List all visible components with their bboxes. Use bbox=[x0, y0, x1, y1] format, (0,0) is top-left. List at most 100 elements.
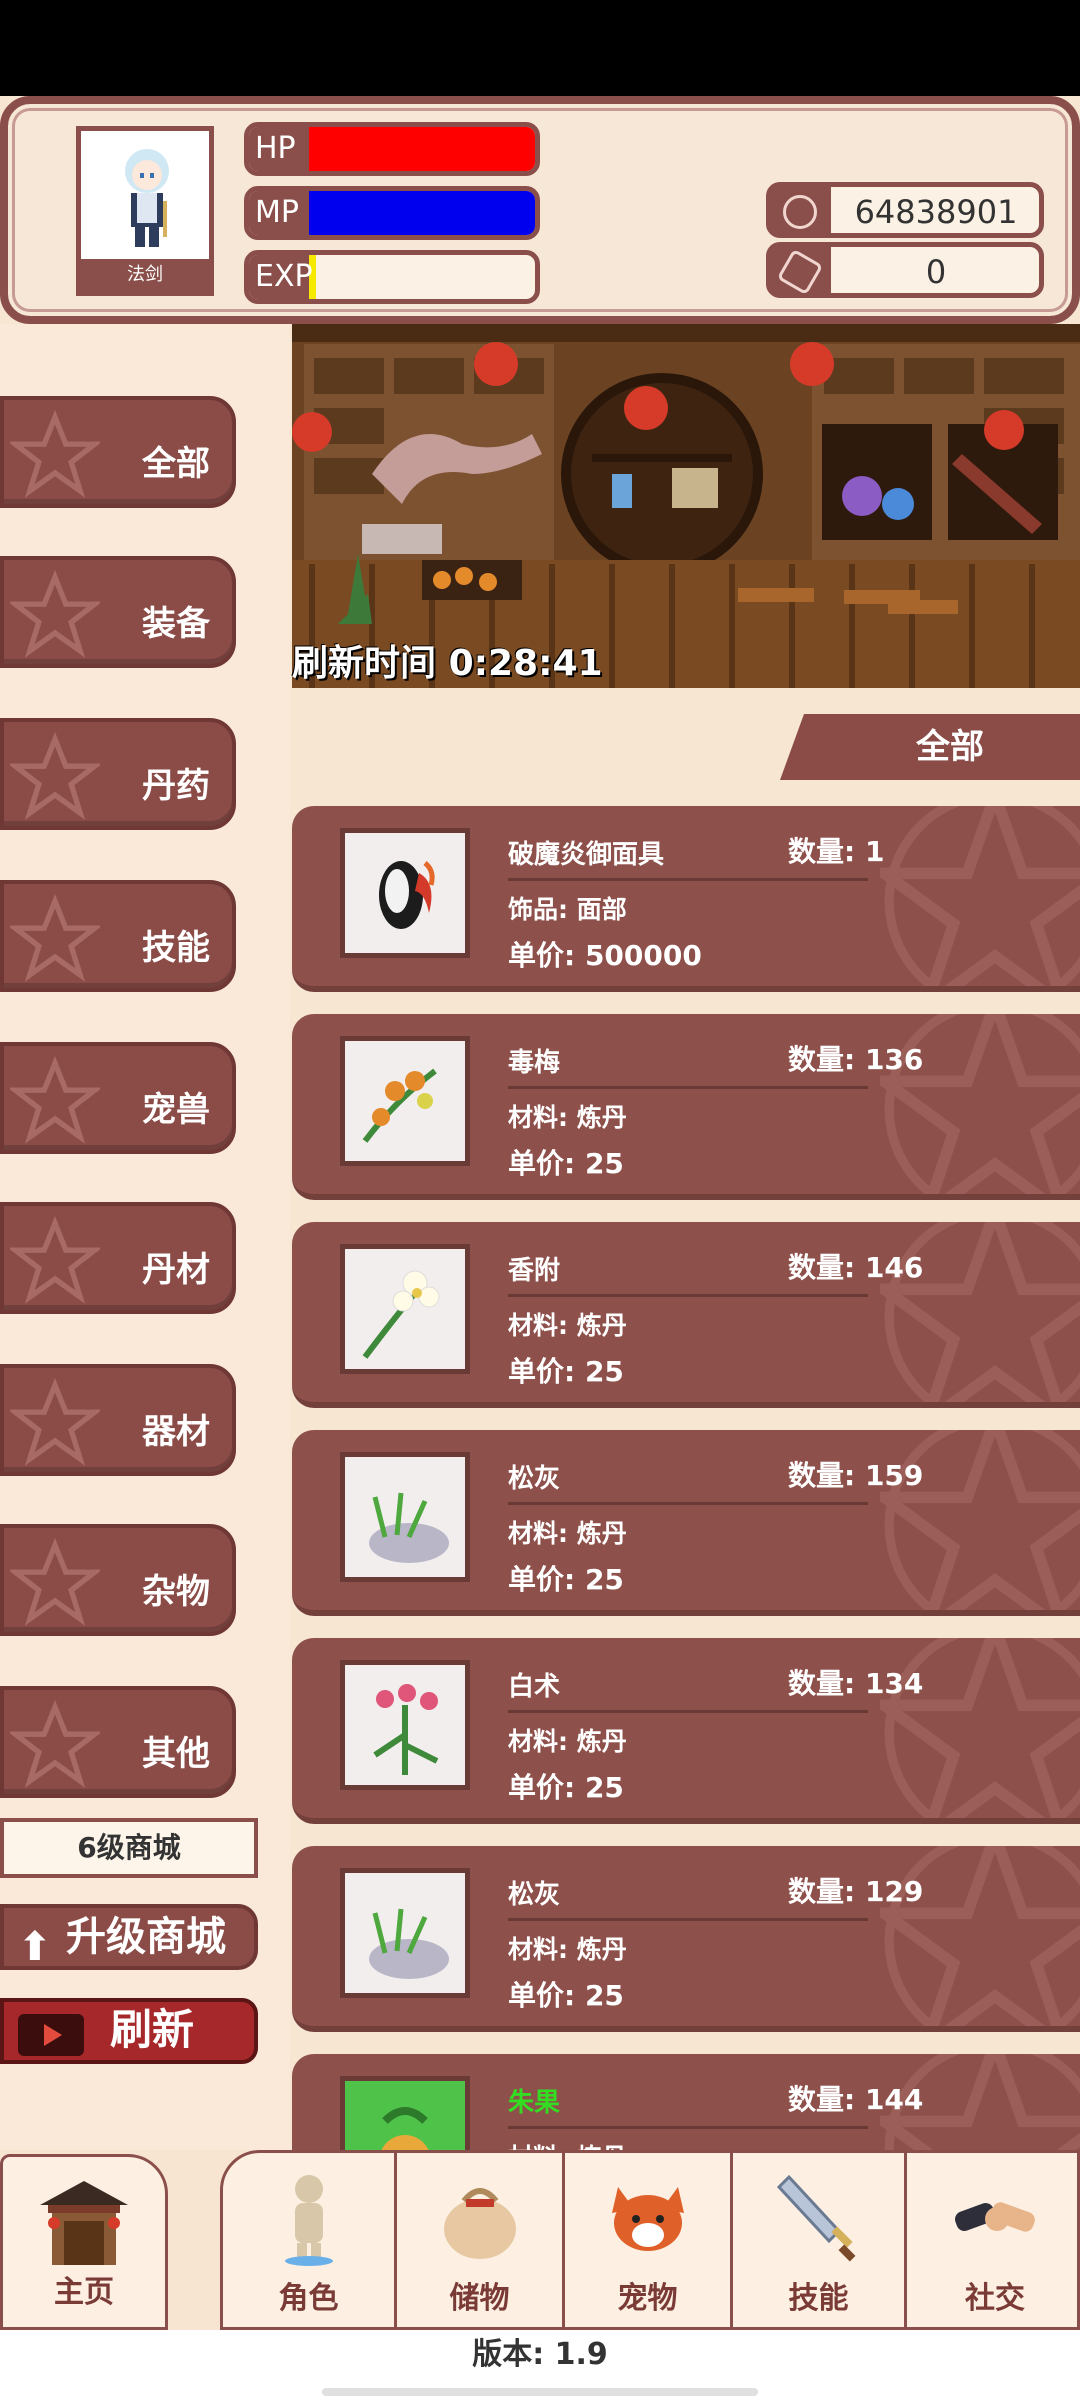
gold-value: 64838901 bbox=[854, 193, 1018, 231]
nav-pets[interactable]: 宠物 bbox=[565, 2153, 733, 2333]
hp-bar: HP bbox=[244, 122, 540, 176]
category-skills[interactable]: 技能 bbox=[0, 880, 236, 992]
home-indicator[interactable] bbox=[322, 2388, 758, 2396]
item-category: 材料: 炼丹 bbox=[508, 1311, 627, 1340]
gem-display: 0 bbox=[766, 242, 1044, 298]
list-item[interactable]: 毒梅 数量: 136 材料: 炼丹 单价: 25 bbox=[292, 1014, 1080, 1200]
item-thumbnail bbox=[340, 1868, 470, 1998]
list-item[interactable]: 白术 数量: 134 材料: 炼丹 单价: 25 bbox=[292, 1638, 1080, 1824]
list-item[interactable]: 破魔炎御面具 数量: 1 饰品: 面部 单价: 500000 bbox=[292, 806, 1080, 992]
divider bbox=[508, 878, 868, 881]
item-price: 单价: 25 bbox=[508, 1563, 624, 1596]
gem-value: 0 bbox=[925, 253, 947, 291]
flower-herb-icon bbox=[362, 1270, 440, 1359]
item-category: 材料: 炼丹 bbox=[508, 1103, 627, 1132]
nav-social[interactable]: 社交 bbox=[907, 2153, 1080, 2333]
nav-character[interactable]: 角色 bbox=[223, 2153, 397, 2333]
category-other[interactable]: 其他 bbox=[0, 1686, 236, 1798]
item-quantity: 数量: 136 bbox=[788, 1043, 924, 1076]
category-alchemy-materials[interactable]: 丹材 bbox=[0, 1202, 236, 1314]
category-crafting-materials[interactable]: 器材 bbox=[0, 1364, 236, 1476]
list-item[interactable]: 朱果 数量: 144 材料: 炼丹 bbox=[292, 2054, 1080, 2150]
item-thumbnail bbox=[340, 1244, 470, 1374]
item-quantity: 数量: 159 bbox=[788, 1459, 924, 1492]
category-label: 其他 bbox=[142, 1734, 210, 1774]
refresh-button[interactable]: 刷新 bbox=[0, 1998, 258, 2064]
player-header: 法剑 HP MP EXP 64838901 0 bbox=[0, 96, 1080, 324]
nav-storage-label: 储物 bbox=[449, 2281, 510, 2316]
list-item[interactable]: 松灰 数量: 129 材料: 炼丹 单价: 25 bbox=[292, 1846, 1080, 2032]
upgrade-shop-button[interactable]: ⬆ 升级商城 bbox=[0, 1904, 258, 1970]
filter-tab-all[interactable]: 全部 bbox=[780, 714, 1080, 780]
mp-bar: MP bbox=[244, 186, 540, 240]
moss-rock-icon bbox=[369, 1908, 449, 1979]
mp-fill bbox=[309, 191, 535, 235]
fox-icon bbox=[611, 2187, 684, 2251]
shop-level: 6级商城 bbox=[0, 1818, 258, 1878]
nav-social-label: 社交 bbox=[965, 2281, 1025, 2316]
category-all[interactable]: 全部 bbox=[0, 396, 236, 508]
shop-item-list[interactable]: 破魔炎御面具 数量: 1 饰品: 面部 单价: 500000 毒梅 数量: 13… bbox=[292, 800, 1080, 2150]
character-portrait-icon bbox=[125, 149, 169, 247]
item-thumbnail bbox=[340, 1036, 470, 1166]
item-quantity: 数量: 129 bbox=[788, 1875, 924, 1908]
category-label: 装备 bbox=[142, 604, 210, 644]
nav-tab-group: 角色 储物 宠物 技能 社交 bbox=[220, 2150, 1080, 2333]
item-price: 单价: 500000 bbox=[508, 939, 702, 972]
mp-label: MP bbox=[255, 195, 299, 230]
category-equipment[interactable]: 装备 bbox=[0, 556, 236, 668]
hp-label: HP bbox=[255, 131, 296, 166]
category-label: 杂物 bbox=[142, 1572, 210, 1612]
item-name: 白术 bbox=[508, 1672, 561, 1702]
item-quantity: 数量: 146 bbox=[788, 1251, 924, 1284]
item-category: 饰品: 面部 bbox=[508, 895, 627, 924]
star-emblem-icon bbox=[10, 1700, 100, 1788]
item-price: 单价: 25 bbox=[508, 1771, 624, 1804]
star-emblem-icon bbox=[880, 806, 1080, 986]
star-emblem-icon bbox=[10, 894, 100, 982]
divider bbox=[508, 2126, 868, 2129]
list-item[interactable]: 香附 数量: 146 材料: 炼丹 单价: 25 bbox=[292, 1222, 1080, 1408]
item-category: 材料: 炼丹 bbox=[508, 1519, 627, 1548]
item-thumbnail bbox=[340, 828, 470, 958]
category-label: 丹药 bbox=[142, 766, 210, 806]
category-sidebar: 全部 装备 丹药 技能 宠兽 丹材 器材 杂物 其他 bbox=[0, 324, 290, 2154]
nav-character-label: 角色 bbox=[278, 2281, 339, 2316]
nav-storage[interactable]: 储物 bbox=[397, 2153, 565, 2333]
item-category: 材料: 炼丹 bbox=[508, 2138, 627, 2150]
status-bar bbox=[0, 0, 1080, 96]
house-icon bbox=[40, 2181, 128, 2265]
category-label: 全部 bbox=[142, 444, 210, 484]
avatar[interactable]: 法剑 bbox=[76, 126, 214, 296]
mask-icon bbox=[379, 861, 435, 929]
arrow-up-icon: ⬆ bbox=[18, 1924, 52, 1970]
star-emblem-icon bbox=[10, 1378, 100, 1466]
item-price: 单价: 25 bbox=[508, 1355, 624, 1388]
item-name: 松灰 bbox=[508, 1880, 561, 1910]
plum-herb-icon bbox=[362, 1068, 437, 1143]
moss-rock-icon bbox=[369, 1492, 449, 1563]
nav-home[interactable]: 主页 bbox=[0, 2154, 168, 2330]
refresh-time-label: 刷新时间 bbox=[292, 643, 437, 684]
category-pills[interactable]: 丹药 bbox=[0, 718, 236, 830]
item-category: 材料: 炼丹 bbox=[508, 1727, 627, 1756]
item-name: 香附 bbox=[508, 1256, 561, 1286]
item-thumbnail bbox=[340, 1452, 470, 1582]
nav-skills-label: 技能 bbox=[788, 2281, 849, 2316]
category-label: 丹材 bbox=[142, 1250, 210, 1290]
bottom-nav: 主页 角色 储物 宠物 技能 社交 bbox=[0, 2150, 1080, 2333]
category-pets[interactable]: 宠兽 bbox=[0, 1042, 236, 1154]
hp-fill bbox=[309, 127, 535, 171]
item-thumbnail bbox=[340, 1660, 470, 1790]
item-name: 破魔炎御面具 bbox=[508, 840, 665, 870]
divider bbox=[508, 1710, 868, 1713]
item-quantity: 数量: 144 bbox=[788, 2083, 924, 2116]
category-misc[interactable]: 杂物 bbox=[0, 1524, 236, 1636]
sword-icon bbox=[776, 2174, 855, 2262]
class-label: 法剑 bbox=[81, 259, 209, 291]
exp-label: EXP bbox=[255, 259, 313, 294]
star-emblem-icon bbox=[10, 1538, 100, 1626]
divider bbox=[508, 1502, 868, 1505]
nav-skills[interactable]: 技能 bbox=[733, 2153, 907, 2333]
list-item[interactable]: 松灰 数量: 159 材料: 炼丹 单价: 25 bbox=[292, 1430, 1080, 1616]
